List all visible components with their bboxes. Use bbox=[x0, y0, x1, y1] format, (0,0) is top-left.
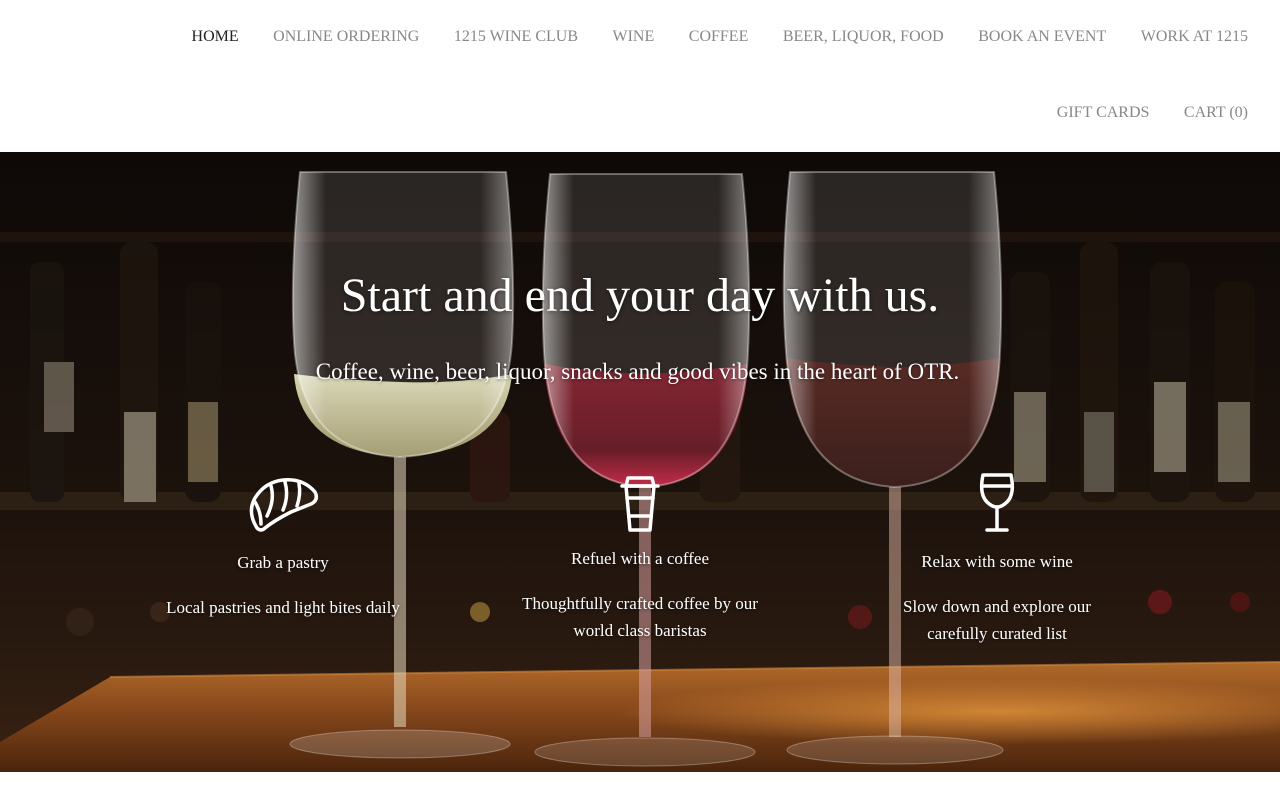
main-nav-row-1: HOME ONLINE ORDERING 1215 WINE CLUB WINE… bbox=[157, 26, 1248, 48]
feature-title: Grab a pastry bbox=[237, 553, 329, 572]
main-nav-row-2: GIFT CARDS CART (0) bbox=[1022, 102, 1248, 124]
feature-title: Refuel with a coffee bbox=[571, 549, 709, 568]
nav-link-wine-club[interactable]: 1215 WINE CLUB bbox=[454, 26, 578, 48]
hero-subline: Coffee, wine, beer, liquor, snacks and g… bbox=[315, 359, 960, 384]
feature-description: Thoughtfully crafted coffee by our world… bbox=[522, 594, 758, 640]
wine-glass-icon bbox=[979, 473, 1015, 532]
nav-link-wine[interactable]: WINE bbox=[613, 26, 655, 48]
croissant-icon bbox=[249, 478, 319, 532]
page-below-hero bbox=[0, 772, 1280, 800]
feature-wine: Relax with some wine Slow down and explo… bbox=[877, 472, 1117, 647]
site-header: HOME ONLINE ORDERING 1215 WINE CLUB WINE… bbox=[0, 0, 1280, 152]
hero-background-image bbox=[0, 152, 1280, 772]
nav-link-online-ordering[interactable]: ONLINE ORDERING bbox=[273, 26, 419, 48]
feature-title: Relax with some wine bbox=[921, 552, 1073, 571]
coffee-cup-icon bbox=[620, 476, 660, 532]
nav-link-coffee[interactable]: COFFEE bbox=[689, 26, 749, 48]
nav-link-cart[interactable]: CART (0) bbox=[1184, 102, 1248, 124]
nav-link-gift-cards[interactable]: GIFT CARDS bbox=[1057, 102, 1150, 124]
nav-link-book-event[interactable]: BOOK AN EVENT bbox=[978, 26, 1106, 48]
nav-link-work-at-1215[interactable]: WORK AT 1215 bbox=[1141, 26, 1248, 48]
feature-description: Slow down and explore our carefully cura… bbox=[903, 597, 1091, 643]
nav-link-home[interactable]: HOME bbox=[192, 26, 239, 48]
feature-description: Local pastries and light bites daily bbox=[166, 598, 400, 617]
nav-link-beer-liquor-food[interactable]: BEER, LIQUOR, FOOD bbox=[783, 26, 944, 48]
feature-coffee: Refuel with a coffee Thoughtfully crafte… bbox=[520, 472, 760, 644]
hero-section: Start and end your day with us. Coffee, … bbox=[0, 152, 1280, 772]
hero-headline: Start and end your day with us. bbox=[340, 269, 940, 322]
feature-pastry: Grab a pastry Local pastries and light b… bbox=[163, 472, 403, 621]
